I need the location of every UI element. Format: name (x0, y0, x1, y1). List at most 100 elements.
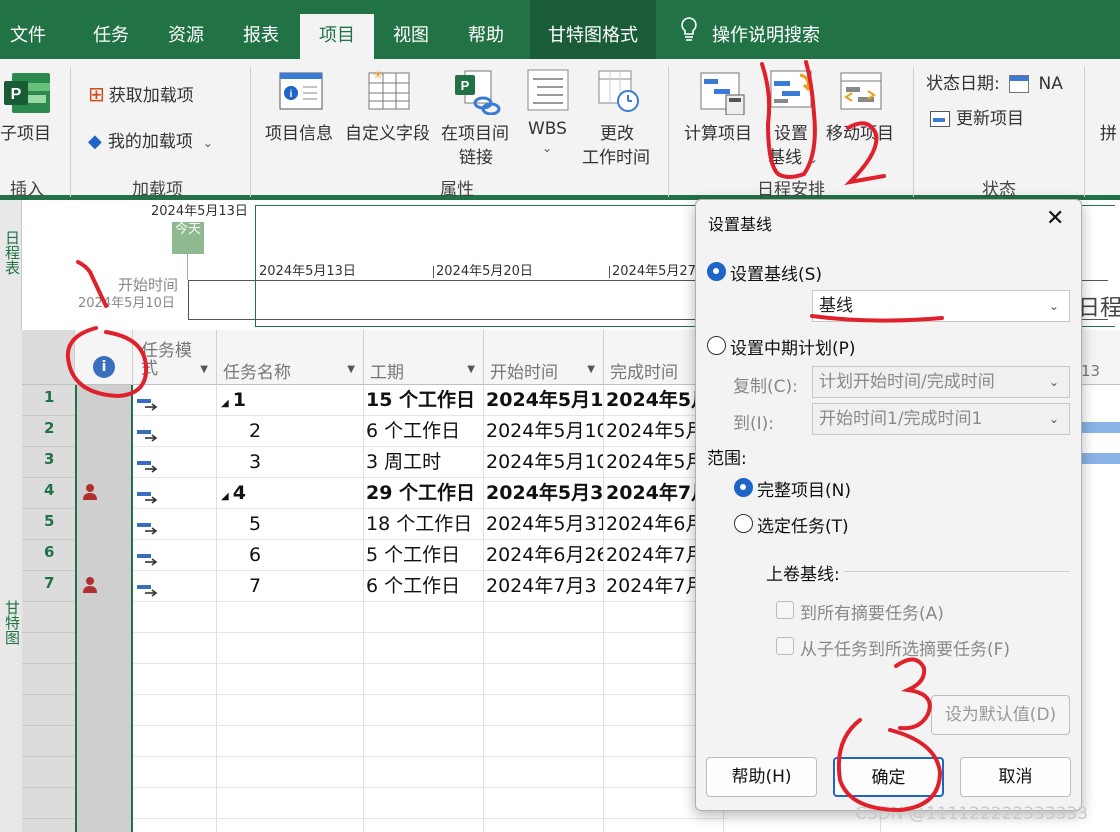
finish-cell[interactable]: 2024年7月 (604, 478, 704, 509)
duration-cell[interactable]: 18 个工作日 (364, 509, 484, 540)
start-cell[interactable]: 2024年6月26 (484, 540, 604, 571)
task-mode-cell[interactable] (133, 540, 217, 571)
filter-dropdown-icon[interactable]: ▼ (467, 364, 475, 375)
task-mode-cell[interactable] (133, 447, 217, 478)
checkbox-rollup-sub[interactable] (776, 637, 794, 655)
empty-row[interactable] (133, 757, 728, 788)
collapse-triangle-icon[interactable]: ◢ (221, 398, 229, 409)
task-name-cell[interactable]: ◢ 1 (217, 385, 364, 416)
empty-row[interactable] (133, 602, 728, 633)
close-icon[interactable]: ✕ (1046, 206, 1064, 231)
task-mode-cell[interactable] (133, 571, 217, 602)
start-cell[interactable]: 2024年5月10 (484, 385, 604, 416)
calculate-project-button[interactable]: 计算项目 (684, 119, 752, 144)
filter-dropdown-icon[interactable]: ▼ (200, 364, 208, 375)
cancel-button[interactable]: 取消 (960, 757, 1071, 797)
tab-project[interactable]: 项目 (300, 14, 374, 59)
help-button[interactable]: 帮助(H) (706, 757, 817, 797)
duration-cell[interactable]: 5 个工作日 (364, 540, 484, 571)
tab-gantt-format[interactable]: 甘特图格式 (530, 0, 656, 59)
row-number[interactable]: 1 (22, 385, 75, 416)
duration-cell[interactable]: 6 个工作日 (364, 416, 484, 447)
resource-person-icon[interactable] (80, 482, 100, 502)
resource-person-icon[interactable] (80, 575, 100, 595)
checkbox-rollup-sub-label[interactable]: 从子任务到所选摘要任务(F) (800, 635, 1010, 660)
my-addins-button[interactable]: ◆ 我的加载项 ⌄ (88, 127, 213, 152)
indicators-header[interactable]: i (75, 330, 133, 385)
duration-cell[interactable]: 3 周工时 (364, 447, 484, 478)
gantt-bar-partial[interactable] (1080, 422, 1120, 433)
task-mode-cell[interactable] (133, 416, 217, 447)
duration-cell[interactable]: 29 个工作日 (364, 478, 484, 509)
radio-set-baseline-label[interactable]: 设置基线(S) (730, 260, 822, 285)
select-all-corner[interactable] (22, 330, 75, 385)
tab-view[interactable]: 视图 (385, 14, 437, 58)
tab-file[interactable]: 文件 (2, 14, 54, 58)
change-working-time-button[interactable]: 更改 (600, 119, 634, 144)
task-name-cell[interactable]: 6 (217, 540, 364, 571)
set-baseline-button[interactable]: 设置 (774, 119, 808, 144)
radio-selected-tasks[interactable] (734, 514, 753, 533)
collapse-triangle-icon[interactable]: ◢ (221, 491, 229, 502)
filter-dropdown-icon[interactable]: ▼ (347, 364, 355, 375)
row-number[interactable]: 4 (22, 478, 75, 509)
copy-select[interactable]: 计划开始时间/完成时间 ⌄ (812, 366, 1070, 398)
start-cell[interactable]: 2024年5月10 (484, 447, 604, 478)
row-header-empty[interactable] (22, 695, 75, 726)
finish-cell[interactable]: 2024年5月 (604, 447, 704, 478)
empty-row[interactable] (133, 633, 728, 664)
tell-me-search[interactable]: 操作说明搜索 (680, 14, 820, 58)
row-number[interactable]: 3 (22, 447, 75, 478)
row-number[interactable]: 7 (22, 571, 75, 602)
header-start[interactable]: 开始时间 ▼ (484, 330, 604, 385)
to-select[interactable]: 开始时间1/完成时间1 ⌄ (812, 403, 1070, 435)
gantt-bar-partial[interactable] (1080, 453, 1120, 464)
duration-cell[interactable]: 6 个工作日 (364, 571, 484, 602)
update-project-button[interactable]: 更新项目 (930, 104, 1024, 129)
set-as-default-button[interactable]: 设为默认值(D) (931, 695, 1070, 735)
finish-cell[interactable]: 2024年7月 (604, 540, 704, 571)
header-task-mode[interactable]: 任务模式 ▼ (133, 330, 217, 385)
tab-resource[interactable]: 资源 (160, 14, 212, 58)
spelling-button-partial[interactable]: 拼 (1100, 119, 1117, 144)
row-header-empty[interactable] (22, 602, 75, 633)
radio-interim-plan-label[interactable]: 设置中期计划(P) (730, 334, 856, 359)
baseline-select[interactable]: 基线 ⌄ (812, 290, 1070, 322)
finish-cell[interactable]: 2024年6月 (604, 509, 704, 540)
empty-row[interactable] (133, 664, 728, 695)
row-header-empty[interactable] (22, 664, 75, 695)
task-mode-cell[interactable] (133, 509, 217, 540)
checkbox-rollup-all[interactable] (776, 601, 794, 619)
row-number[interactable]: 6 (22, 540, 75, 571)
start-cell[interactable]: 2024年5月31 (484, 478, 604, 509)
header-duration[interactable]: 工期 ▼ (364, 330, 484, 385)
task-mode-cell[interactable] (133, 478, 217, 509)
tab-task[interactable]: 任务 (85, 14, 137, 58)
row-header-empty[interactable] (22, 757, 75, 788)
task-name-cell[interactable]: ◢ 4 (217, 478, 364, 509)
row-header-empty[interactable] (22, 633, 75, 664)
task-name-cell[interactable]: 7 (217, 571, 364, 602)
header-task-name[interactable]: 任务名称 ▼ (217, 330, 364, 385)
start-cell[interactable]: 2024年7月3 (484, 571, 604, 602)
row-number[interactable]: 2 (22, 416, 75, 447)
task-name-cell[interactable]: 5 (217, 509, 364, 540)
empty-row[interactable] (133, 695, 728, 726)
task-name-cell[interactable]: 2 (217, 416, 364, 447)
empty-row[interactable] (133, 788, 728, 819)
start-cell[interactable]: 2024年5月31 (484, 509, 604, 540)
finish-cell[interactable]: 2024年5月 (604, 385, 704, 416)
status-date-button[interactable]: 状态日期: NA (926, 69, 1063, 94)
link-projects-button[interactable]: 在项目间 (441, 119, 509, 144)
checkbox-rollup-all-label[interactable]: 到所有摘要任务(A) (800, 599, 944, 624)
row-header-empty[interactable] (22, 788, 75, 819)
row-number[interactable]: 5 (22, 509, 75, 540)
move-project-button[interactable]: 移动项目 (826, 119, 894, 144)
row-header-empty[interactable] (22, 726, 75, 757)
custom-fields-button[interactable]: 自定义字段 (345, 119, 430, 144)
filter-dropdown-icon[interactable]: ▼ (587, 364, 595, 375)
wbs-button[interactable]: WBS (528, 119, 567, 139)
finish-cell[interactable]: 2024年7月 (604, 571, 704, 602)
start-cell[interactable]: 2024年5月10 (484, 416, 604, 447)
project-info-button[interactable]: 项目信息 (265, 119, 333, 144)
